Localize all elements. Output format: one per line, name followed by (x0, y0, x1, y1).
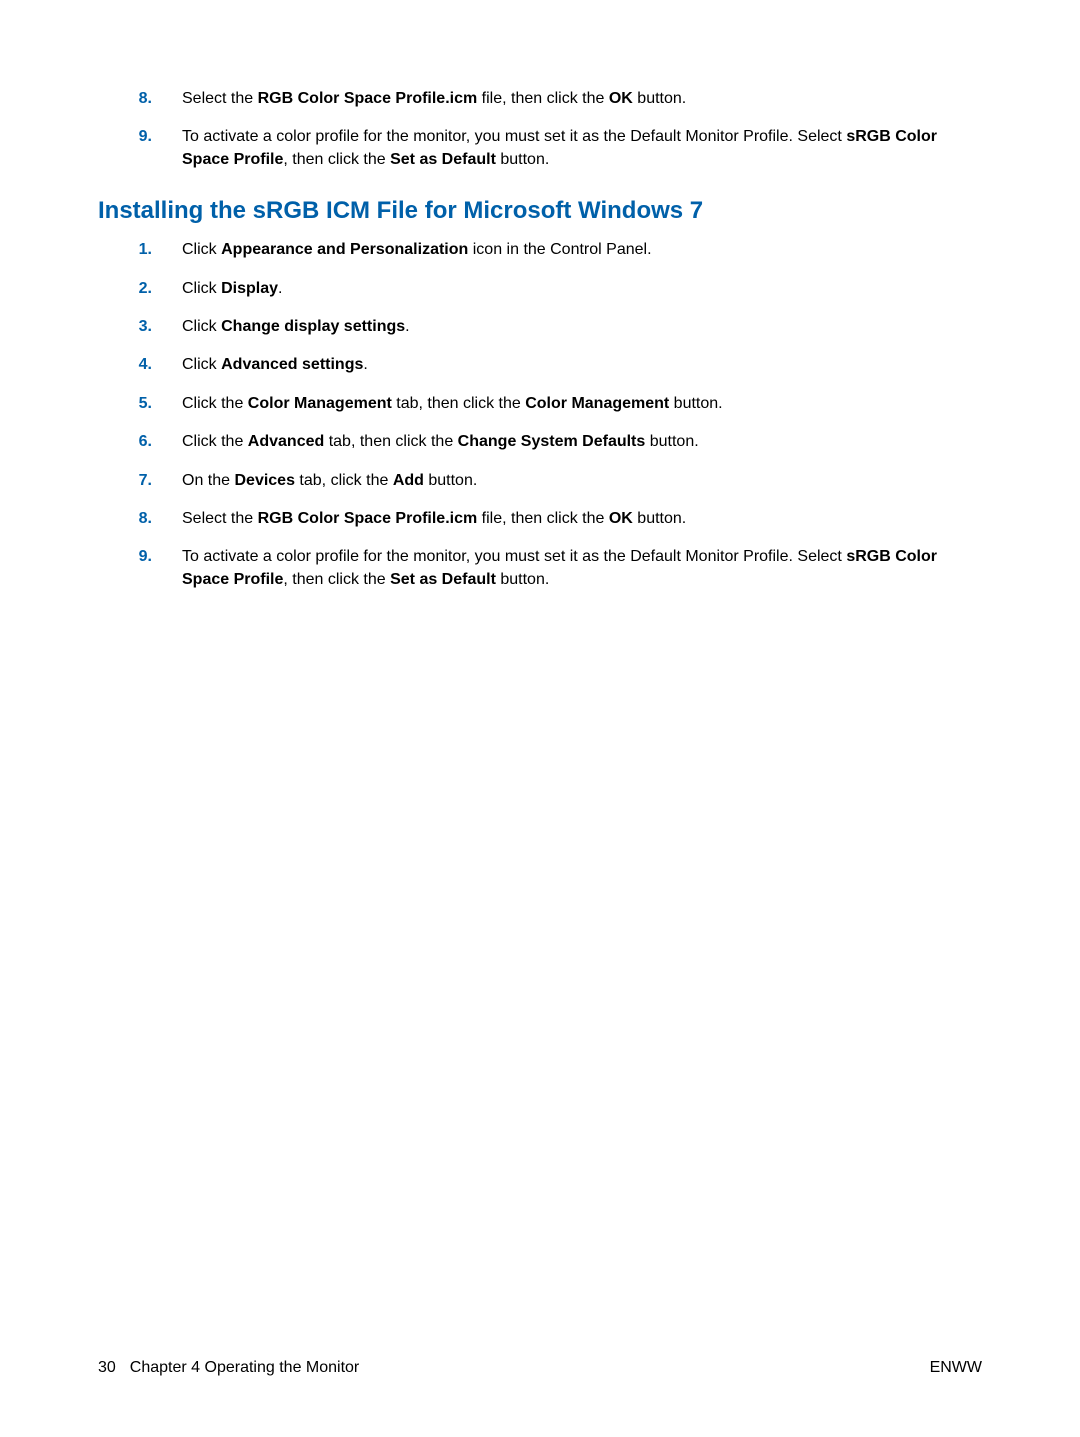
step-number: 6. (98, 431, 182, 453)
list-item: 9.To activate a color profile for the mo… (98, 126, 982, 171)
step-number: 5. (98, 393, 182, 415)
document-page: 8.Select the RGB Color Space Profile.icm… (0, 0, 1080, 1437)
step-number: 9. (98, 126, 182, 148)
step-text: Select the RGB Color Space Profile.icm f… (182, 508, 982, 530)
step-text: Click Advanced settings. (182, 354, 982, 376)
step-text: To activate a color profile for the moni… (182, 546, 982, 591)
continued-step-list: 8.Select the RGB Color Space Profile.icm… (98, 88, 982, 171)
list-item: 6.Click the Advanced tab, then click the… (98, 431, 982, 453)
list-item: 1.Click Appearance and Personalization i… (98, 239, 982, 261)
step-number: 7. (98, 470, 182, 492)
list-item: 7.On the Devices tab, click the Add butt… (98, 470, 982, 492)
win7-step-list: 1.Click Appearance and Personalization i… (98, 239, 982, 591)
list-item: 2.Click Display. (98, 278, 982, 300)
step-text: To activate a color profile for the moni… (182, 126, 982, 171)
footer-right: ENWW (930, 1359, 982, 1377)
step-number: 8. (98, 508, 182, 530)
step-text: On the Devices tab, click the Add button… (182, 470, 982, 492)
list-item: 3.Click Change display settings. (98, 316, 982, 338)
list-item: 4.Click Advanced settings. (98, 354, 982, 376)
step-number: 3. (98, 316, 182, 338)
page-body: 8.Select the RGB Color Space Profile.icm… (98, 88, 982, 591)
list-item: 5.Click the Color Management tab, then c… (98, 393, 982, 415)
step-number: 9. (98, 546, 182, 568)
step-text: Click Display. (182, 278, 982, 300)
list-item: 8.Select the RGB Color Space Profile.icm… (98, 508, 982, 530)
step-number: 8. (98, 88, 182, 110)
step-number: 4. (98, 354, 182, 376)
list-item: 9.To activate a color profile for the mo… (98, 546, 982, 591)
page-number: 30 (98, 1359, 116, 1377)
step-text: Select the RGB Color Space Profile.icm f… (182, 88, 982, 110)
step-number: 1. (98, 239, 182, 261)
step-text: Click the Color Management tab, then cli… (182, 393, 982, 415)
list-item: 8.Select the RGB Color Space Profile.icm… (98, 88, 982, 110)
step-number: 2. (98, 278, 182, 300)
footer-left: 30 Chapter 4 Operating the Monitor (98, 1359, 359, 1377)
step-text: Click Change display settings. (182, 316, 982, 338)
step-text: Click the Advanced tab, then click the C… (182, 431, 982, 453)
chapter-label: Chapter 4 Operating the Monitor (130, 1359, 359, 1377)
page-footer: 30 Chapter 4 Operating the Monitor ENWW (98, 1359, 982, 1377)
section-heading-win7: Installing the sRGB ICM File for Microso… (98, 197, 982, 225)
step-text: Click Appearance and Personalization ico… (182, 239, 982, 261)
